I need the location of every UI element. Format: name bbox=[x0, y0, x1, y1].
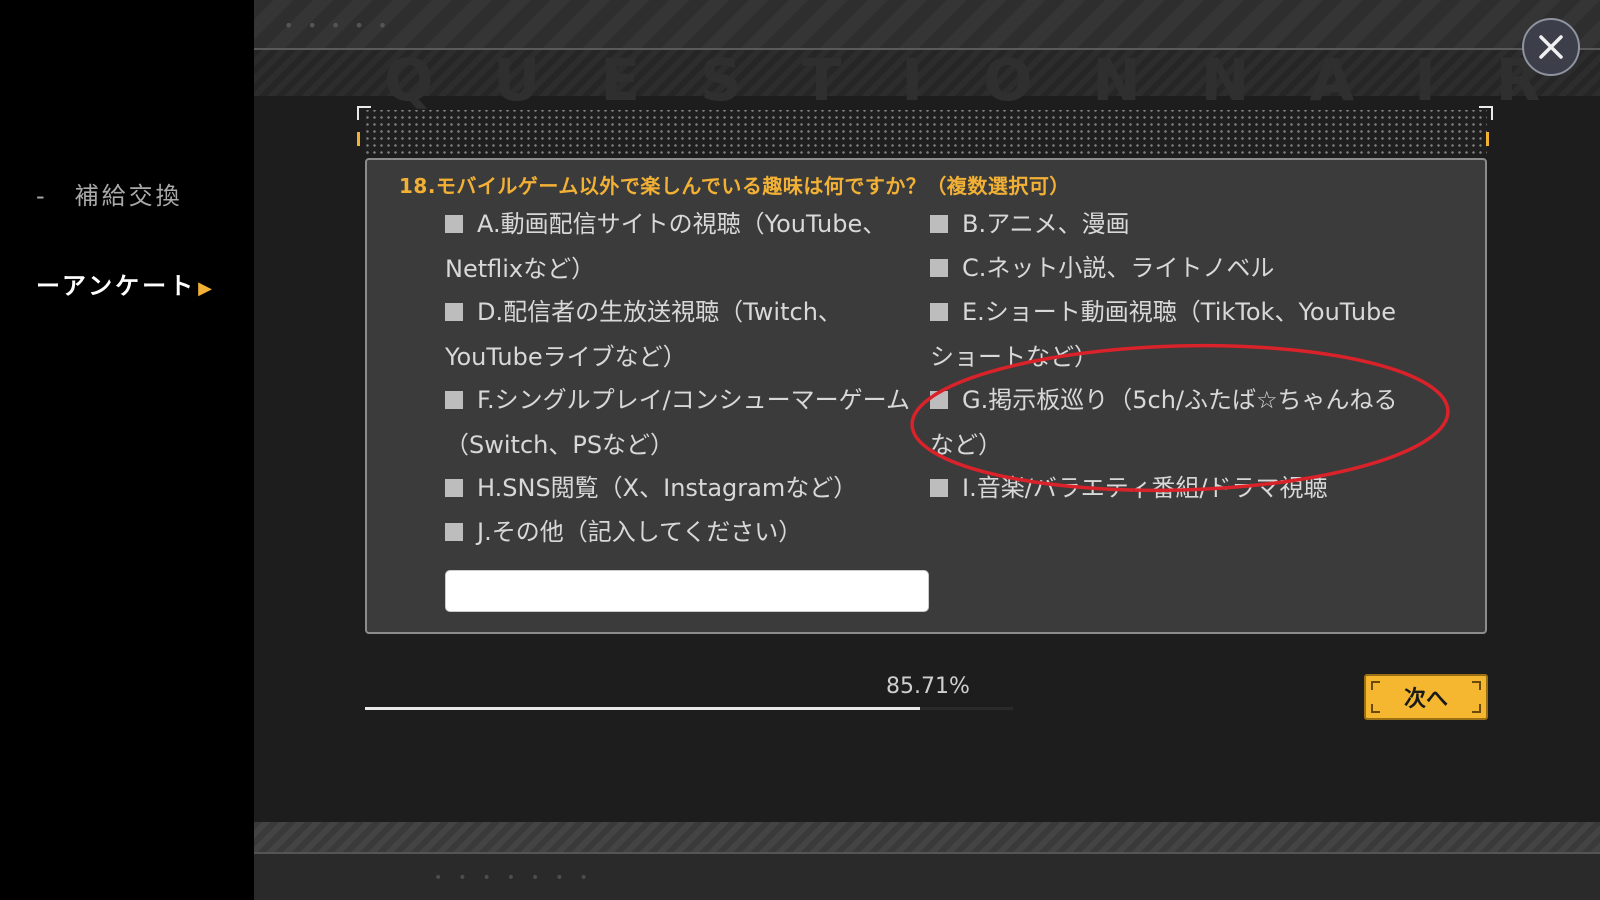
sidebar-item-questionnaire[interactable]: ーアンケート ▶ bbox=[36, 266, 215, 301]
option-label: C.ネット小説、ライトノベル bbox=[962, 254, 1275, 282]
sidebar-item-label: ーアンケート bbox=[36, 272, 197, 300]
checkbox[interactable] bbox=[930, 479, 948, 497]
corner-bracket bbox=[1479, 106, 1493, 120]
next-button[interactable]: 次へ bbox=[1364, 674, 1488, 720]
checkbox[interactable] bbox=[445, 523, 463, 541]
bottom-decor-band bbox=[254, 822, 1600, 854]
option-label: D.配信者の生放送視聴（Twitch、YouTubeライブなど） bbox=[445, 298, 842, 371]
progress-bar bbox=[365, 707, 1013, 710]
card-header-decor bbox=[365, 110, 1487, 154]
option-c[interactable]: C.ネット小説、ライトノベル bbox=[930, 246, 1410, 291]
option-j[interactable]: J.その他（記入してください） bbox=[445, 510, 915, 555]
decor-dots: ••••• bbox=[284, 16, 402, 35]
question-title: 18.モバイルゲーム以外で楽しんでいる趣味は何ですか？（複数選択可） bbox=[399, 174, 1070, 198]
option-label: B.アニメ、漫画 bbox=[962, 210, 1130, 238]
play-arrow-icon: ▶ bbox=[198, 278, 215, 299]
sidebar: - 補給交換 ーアンケート ▶ bbox=[0, 0, 254, 900]
bracket-decor bbox=[1472, 704, 1481, 713]
checkbox[interactable] bbox=[930, 303, 948, 321]
checkbox[interactable] bbox=[445, 303, 463, 321]
option-label: H.SNS閲覧（X、Instagramなど） bbox=[477, 474, 858, 502]
option-e[interactable]: E.ショート動画視聴（TikTok、YouTubeショートなど） bbox=[930, 290, 1400, 380]
option-a[interactable]: A.動画配信サイトの視聴（YouTube、Netflixなど） bbox=[445, 202, 915, 292]
option-label: E.ショート動画視聴（TikTok、YouTubeショートなど） bbox=[930, 298, 1397, 371]
close-icon bbox=[1539, 35, 1563, 59]
option-i[interactable]: I.音楽/バラエティ番組/ドラマ視聴 bbox=[930, 466, 1410, 511]
progress-label: 85.71% bbox=[886, 674, 970, 699]
checkbox[interactable] bbox=[930, 259, 948, 277]
bracket-decor bbox=[1472, 681, 1481, 690]
question-card: 18.モバイルゲーム以外で楽しんでいる趣味は何ですか？（複数選択可） A.動画配… bbox=[365, 158, 1487, 634]
option-h[interactable]: H.SNS閲覧（X、Instagramなど） bbox=[445, 466, 915, 511]
option-d[interactable]: D.配信者の生放送視聴（Twitch、YouTubeライブなど） bbox=[445, 290, 915, 380]
option-b[interactable]: B.アニメ、漫画 bbox=[930, 202, 1410, 247]
close-button[interactable] bbox=[1522, 18, 1580, 76]
option-label: F.シングルプレイ/コンシューマーゲーム（Switch、PSなど） bbox=[445, 386, 910, 459]
checkbox[interactable] bbox=[445, 479, 463, 497]
checkbox[interactable] bbox=[445, 215, 463, 233]
top-decor-strip: ••••• bbox=[254, 0, 1600, 50]
option-f[interactable]: F.シングルプレイ/コンシューマーゲーム（Switch、PSなど） bbox=[445, 378, 915, 468]
checkbox[interactable] bbox=[445, 391, 463, 409]
option-label: J.その他（記入してください） bbox=[477, 518, 803, 546]
bracket-decor bbox=[1371, 704, 1380, 713]
edge-tick bbox=[357, 132, 360, 146]
option-g[interactable]: G.掲示板巡り（5ch/ふたば☆ちゃんねるなど） bbox=[930, 378, 1400, 468]
option-label: A.動画配信サイトの視聴（YouTube、Netflixなど） bbox=[445, 210, 887, 283]
progress-fill bbox=[365, 707, 921, 710]
option-label: I.音楽/バラエティ番組/ドラマ視聴 bbox=[962, 474, 1328, 502]
edge-tick bbox=[1486, 132, 1489, 146]
next-button-label: 次へ bbox=[1403, 687, 1448, 712]
corner-bracket bbox=[357, 106, 371, 120]
other-answer-input[interactable] bbox=[445, 570, 929, 612]
sidebar-item-supply-exchange[interactable]: - 補給交換 bbox=[36, 176, 183, 211]
bottom-decor-strip: ••••••• bbox=[254, 854, 1600, 900]
bracket-decor bbox=[1371, 681, 1380, 690]
main-panel: ••••• QUESTIONNAIRE 18.モバイルゲーム以外で楽しんでいる趣… bbox=[254, 0, 1600, 900]
decor-dots: ••••••• bbox=[434, 870, 604, 886]
checkbox[interactable] bbox=[930, 391, 948, 409]
header-watermark: QUESTIONNAIRE bbox=[384, 46, 1600, 114]
option-label: G.掲示板巡り（5ch/ふたば☆ちゃんねるなど） bbox=[930, 386, 1398, 459]
checkbox[interactable] bbox=[930, 215, 948, 233]
sidebar-item-label: - 補給交換 bbox=[36, 182, 183, 210]
